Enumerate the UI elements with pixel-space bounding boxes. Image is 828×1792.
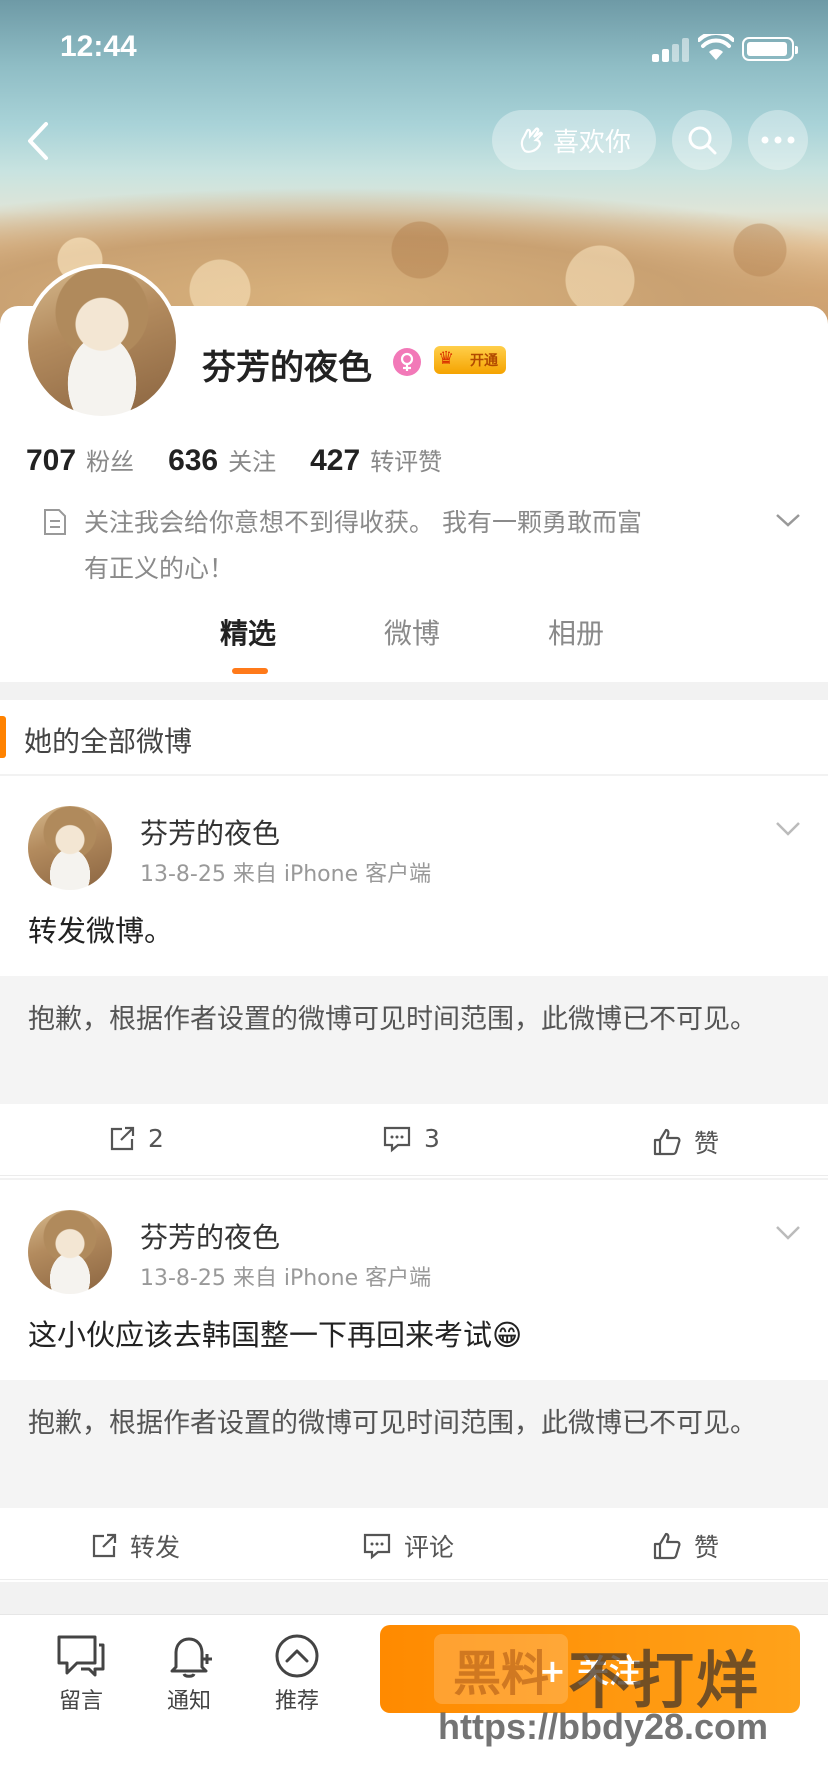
stat-interactions[interactable]: 427 转评赞 [310, 442, 442, 478]
repost-label: 转发 [130, 1533, 181, 1562]
wifi-icon [698, 34, 734, 60]
profile-tabs: 精选 微博 相册 [0, 612, 828, 682]
comment-icon [363, 1533, 391, 1560]
tab-weibo[interactable]: 微博 [384, 612, 440, 652]
post-card[interactable]: 芬芳的夜色 13-8-25 来自 iPhone 客户端 转发微博。 抱歉，根据作… [0, 776, 828, 1178]
watermark-box: 黑料 [434, 1634, 568, 1704]
profile-stats: 707 粉丝 636 关注 427 转评赞 [26, 442, 476, 482]
profile-bio: 关注我会给你意想不到得收获。 我有一颗勇敢而富 有正义的心！ [84, 500, 684, 592]
stat-interactions-count: 427 [310, 444, 361, 477]
watermark-url: https://bbdy28.com [438, 1706, 769, 1747]
tab-featured[interactable]: 精选 [220, 612, 276, 652]
status-time: 12:44 [60, 30, 137, 63]
section-accent-bar [0, 716, 6, 758]
repost-icon [110, 1126, 135, 1150]
chevron-down-icon[interactable] [774, 820, 802, 838]
active-tab-indicator [232, 668, 268, 674]
recommend-button[interactable]: 推荐 [252, 1633, 342, 1715]
like-action[interactable]: 赞 [652, 1124, 719, 1160]
stat-fans[interactable]: 707 粉丝 [26, 442, 134, 478]
more-dots-icon [761, 136, 795, 144]
post-avatar[interactable] [28, 806, 112, 890]
more-button[interactable] [748, 110, 808, 170]
post-author[interactable]: 芬芳的夜色 [140, 1216, 280, 1256]
thumbs-up-icon [653, 1128, 681, 1156]
female-gender-icon [393, 348, 421, 376]
like-label: 赞 [694, 1129, 720, 1158]
status-bar: 12:44 [0, 0, 828, 100]
bio-line-2: 有正义的心！ [84, 554, 235, 583]
vip-open-badge[interactable]: ♛ 开通 [434, 346, 506, 374]
bio-line-1: 关注我会给你意想不到得收获。 我有一颗勇敢而富 [84, 508, 642, 537]
comment-count: 3 [424, 1124, 440, 1153]
signal-icon [652, 38, 692, 62]
chevron-down-icon[interactable] [774, 1224, 802, 1242]
like-you-label: 喜欢你 [552, 127, 631, 158]
repost-icon [92, 1533, 117, 1558]
vip-label: 开通 [470, 353, 498, 369]
document-icon [44, 509, 66, 535]
comment-action[interactable]: 评论 [362, 1528, 454, 1564]
post-quote: 抱歉，根据作者设置的微博可见时间范围，此微博已不可见。 [0, 1380, 828, 1508]
profile-name: 芬芳的夜色 [202, 348, 372, 388]
comment-icon [383, 1126, 411, 1152]
thumbs-up-icon [653, 1532, 681, 1560]
post-actions: 2 3 赞 [0, 1106, 828, 1176]
stat-interactions-label: 转评赞 [370, 448, 443, 476]
arrow-up-circle-icon [275, 1634, 319, 1678]
bell-plus-icon [170, 1637, 212, 1678]
like-label: 赞 [694, 1533, 720, 1562]
battery-icon [742, 37, 798, 61]
notify-label: 通知 [166, 1689, 211, 1714]
repost-count: 2 [148, 1124, 164, 1153]
tab-album[interactable]: 相册 [548, 612, 604, 652]
post-meta: 13-8-25 来自 iPhone 客户端 [140, 1266, 432, 1291]
like-action[interactable]: 赞 [652, 1528, 719, 1564]
section-title: 她的全部微博 [24, 725, 193, 758]
stat-fans-count: 707 [26, 444, 77, 477]
stat-following-label: 关注 [228, 448, 277, 476]
message-label: 留言 [58, 1689, 103, 1714]
repost-action[interactable]: 转发 [90, 1528, 180, 1564]
chevron-down-icon[interactable] [774, 510, 802, 530]
post-meta: 13-8-25 来自 iPhone 客户端 [140, 862, 432, 887]
post-actions: 转发 评论 赞 [0, 1510, 828, 1580]
section-header: 她的全部微博 [0, 700, 828, 774]
search-icon [688, 126, 717, 155]
hand-heart-icon [520, 127, 543, 153]
stat-following[interactable]: 636 关注 [168, 442, 276, 478]
post-quote: 抱歉，根据作者设置的微博可见时间范围，此微博已不可见。 [0, 976, 828, 1104]
repost-action[interactable]: 2 [108, 1124, 164, 1153]
crown-icon: ♛ [438, 348, 455, 369]
post-card[interactable]: 芬芳的夜色 13-8-25 来自 iPhone 客户端 这小伙应该去韩国整一下再… [0, 1180, 828, 1582]
message-icon [57, 1635, 105, 1677]
profile-avatar[interactable] [24, 264, 180, 420]
post-avatar[interactable] [28, 1210, 112, 1294]
post-text: 这小伙应该去韩国整一下再回来考试😁 [28, 1318, 523, 1352]
comment-action[interactable]: 3 [382, 1124, 440, 1153]
stat-fans-label: 粉丝 [86, 448, 135, 476]
recommend-label: 推荐 [274, 1689, 319, 1714]
search-button[interactable] [672, 110, 732, 170]
message-button[interactable]: 留言 [36, 1633, 126, 1715]
notify-button[interactable]: 通知 [144, 1633, 234, 1715]
stat-following-count: 636 [168, 444, 219, 477]
comment-label: 评论 [404, 1533, 455, 1562]
back-button[interactable] [18, 116, 58, 166]
post-author[interactable]: 芬芳的夜色 [140, 812, 280, 852]
like-you-button[interactable]: 喜欢你 [492, 110, 656, 170]
post-text: 转发微博。 [28, 914, 174, 948]
